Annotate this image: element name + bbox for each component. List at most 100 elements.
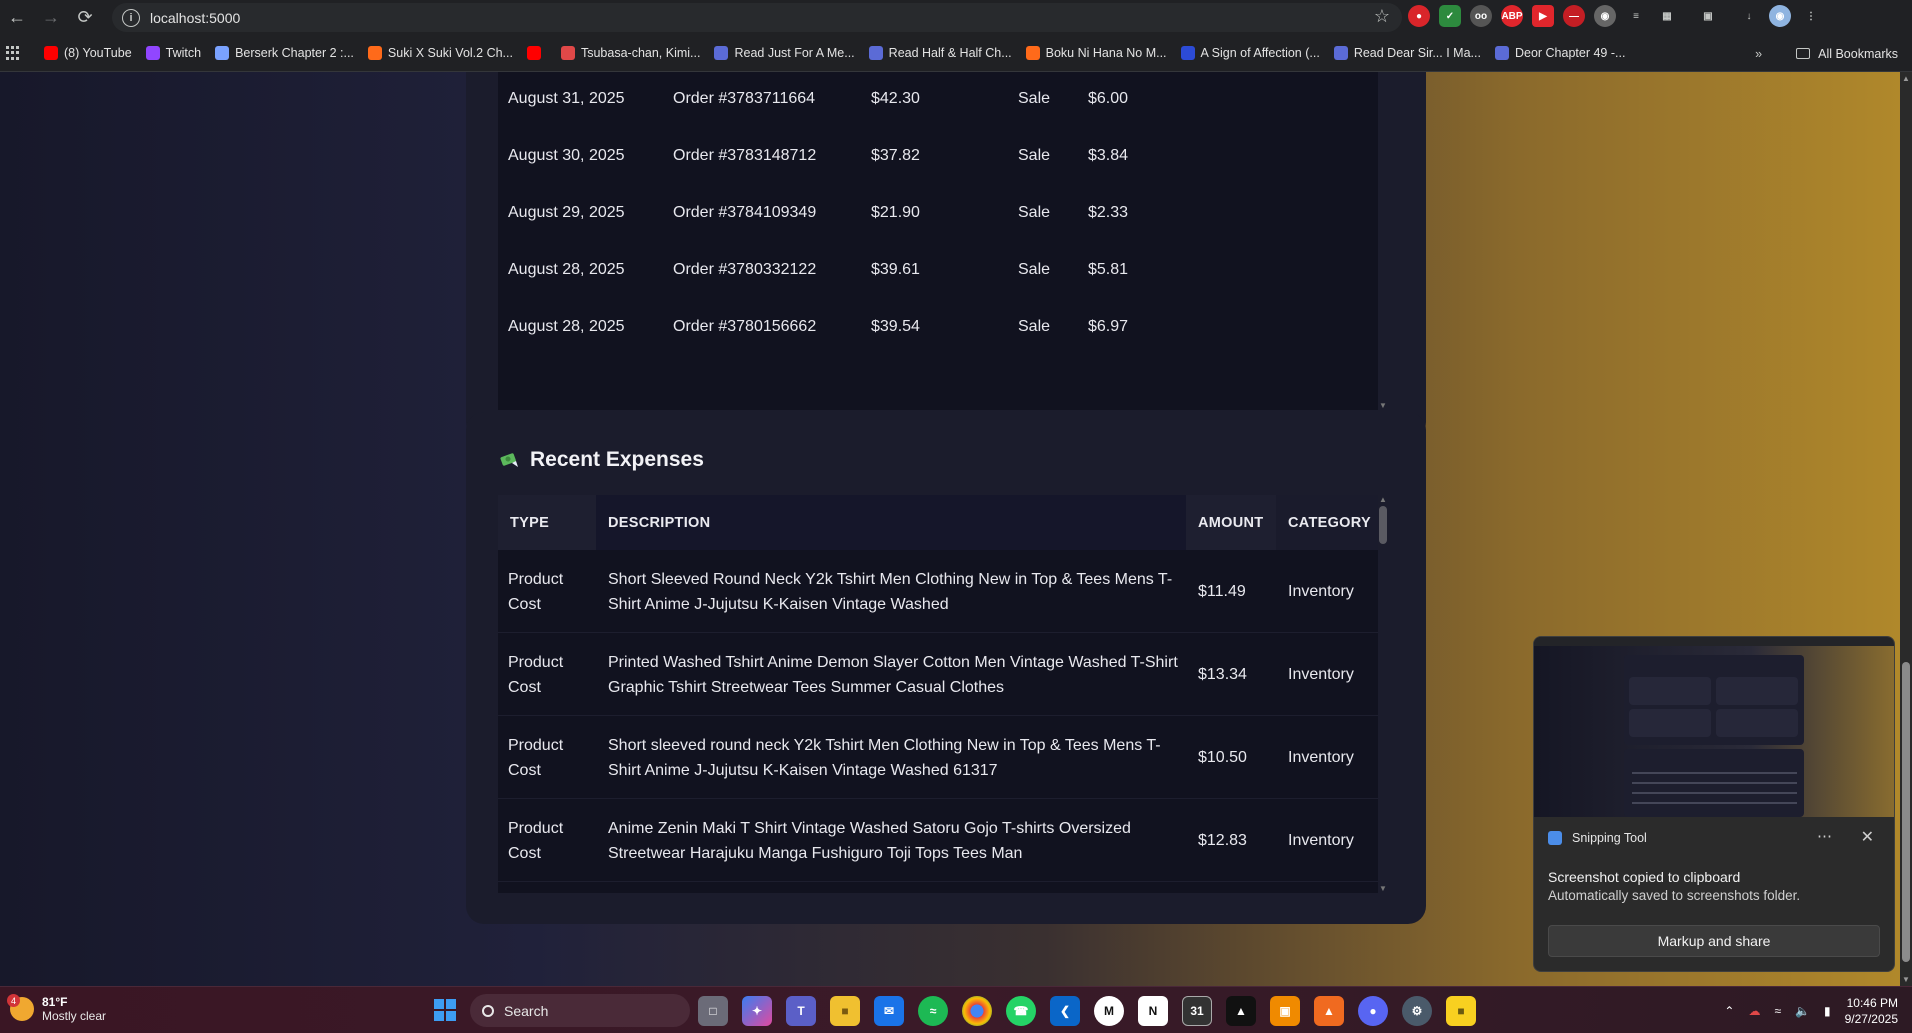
column-header-description[interactable]: DESCRIPTION bbox=[596, 495, 1186, 550]
chrome-icon[interactable] bbox=[962, 996, 992, 1026]
table-row[interactable]: August 31, 2025 Order #3783711664 $42.30 Sa… bbox=[498, 72, 1378, 129]
search-label: Search bbox=[504, 1002, 549, 1019]
shield-extension-icon[interactable]: ✓ bbox=[1439, 5, 1461, 27]
bookmark-item[interactable]: Suki X Suki Vol.2 Ch... bbox=[367, 46, 513, 60]
column-header-category[interactable]: CATEGORY bbox=[1276, 495, 1378, 550]
glasses-extension-icon[interactable]: oo bbox=[1470, 5, 1492, 27]
table-row[interactable]: August 28, 2025 Order #3780332122 $39.61 Sa… bbox=[498, 243, 1378, 300]
discord-icon[interactable]: ● bbox=[1358, 996, 1388, 1026]
scrollbar-thumb[interactable] bbox=[1379, 506, 1387, 544]
tab-search-icon[interactable]: ▣ bbox=[1697, 5, 1719, 27]
bookmark-item[interactable] bbox=[526, 46, 547, 60]
spotify-icon[interactable]: ≈ bbox=[918, 996, 948, 1026]
sticky-notes-icon[interactable]: ■ bbox=[1446, 996, 1476, 1026]
column-header-type[interactable]: TYPE bbox=[498, 495, 596, 550]
clock[interactable]: 10:46 PM 9/27/2025 bbox=[1845, 995, 1898, 1027]
bookmark-item[interactable]: Read Half & Half Ch... bbox=[868, 46, 1012, 60]
teams-icon[interactable]: T bbox=[786, 996, 816, 1026]
bookmark-item[interactable]: Berserk Chapter 2 :... bbox=[215, 46, 354, 60]
scroll-up-arrow-icon[interactable]: ▲ bbox=[1900, 74, 1912, 83]
battery-icon[interactable]: ▮ bbox=[1824, 1004, 1831, 1018]
file-explorer-icon[interactable]: ■ bbox=[830, 996, 860, 1026]
bookmark-item[interactable]: Read Dear Sir... I Ma... bbox=[1333, 46, 1481, 60]
scroll-down-arrow-icon[interactable]: ▼ bbox=[1900, 975, 1912, 984]
markup-and-share-button[interactable]: Markup and share bbox=[1548, 925, 1880, 957]
table-row[interactable]: Product Cost Printed Washed Tshirt Anime D… bbox=[498, 633, 1378, 716]
more-bookmarks-icon[interactable]: » bbox=[1755, 47, 1762, 61]
date: 9/27/2025 bbox=[1844, 1011, 1898, 1026]
sales-table-scrollbar[interactable]: ▼ bbox=[1378, 72, 1388, 410]
expense-description-cell: Short Sleeved Round Neck Y2k Tshirt Men … bbox=[608, 550, 1188, 633]
start-button[interactable] bbox=[434, 999, 456, 1021]
scroll-up-arrow-icon[interactable]: ▲ bbox=[1378, 495, 1388, 504]
profile-avatar[interactable]: ◉ bbox=[1769, 5, 1791, 27]
bookmark-item[interactable]: Twitch bbox=[145, 46, 201, 60]
bookmark-item[interactable]: Tsubasa-chan, Kimi... bbox=[560, 46, 700, 60]
all-bookmarks-link[interactable]: All Bookmarks bbox=[1818, 47, 1898, 61]
page-scrollbar-thumb[interactable] bbox=[1902, 662, 1910, 962]
bookmark-favicon-icon bbox=[367, 46, 382, 60]
snipping-tool-notification[interactable]: Snipping Tool ⋯ ✕ Screenshot copied to c… bbox=[1533, 636, 1895, 972]
apps-grid-icon[interactable] bbox=[6, 46, 20, 60]
table-row[interactable]: August 29, 2025 Order #3784109349 $21.90 Sa… bbox=[498, 186, 1378, 243]
expense-type-cell-text: Cost bbox=[508, 595, 541, 613]
forward-icon[interactable]: → bbox=[34, 1, 68, 35]
site-info-icon[interactable]: i bbox=[122, 8, 140, 27]
app-icon[interactable]: ▲ bbox=[1226, 996, 1256, 1026]
url-text[interactable]: localhost:5000 bbox=[150, 10, 240, 26]
download-icon[interactable]: ↓ bbox=[1738, 5, 1760, 27]
table-row[interactable]: Product Cost Short Sleeved Round Neck Y2k … bbox=[498, 550, 1378, 633]
extensions-puzzle-icon[interactable]: ▦ bbox=[1656, 5, 1678, 27]
system-tray: ⌃ ☁ ≈ 🔈 ▮ 10:46 PM 9/27/2025 bbox=[1724, 987, 1898, 1033]
bookmark-item[interactable]: Boku Ni Hana No M... bbox=[1025, 46, 1167, 60]
table-row[interactable]: August 30, 2025 Order #3783148712 $37.82 Sa… bbox=[498, 129, 1378, 186]
bookmark-item[interactable]: Read Just For A Me... bbox=[714, 46, 855, 60]
adblock-extension-icon[interactable]: ABP bbox=[1501, 5, 1523, 27]
scroll-down-arrow-icon[interactable]: ▼ bbox=[1378, 401, 1388, 410]
app-icon[interactable]: ▲ bbox=[1314, 996, 1344, 1026]
wifi-icon[interactable]: ≈ bbox=[1774, 1004, 1781, 1018]
bookmark-star-icon[interactable]: ☆ bbox=[1374, 6, 1390, 27]
whatsapp-icon[interactable]: ☎ bbox=[1006, 996, 1036, 1026]
settings-gear-icon[interactable]: ⚙ bbox=[1402, 996, 1432, 1026]
extension-icon[interactable]: ● bbox=[1408, 5, 1430, 27]
expenses-table-scrollbar[interactable]: ▲ ▼ bbox=[1378, 495, 1388, 893]
taskbar-search[interactable]: Search bbox=[470, 994, 690, 1027]
bookmark-favicon-icon bbox=[526, 46, 541, 60]
bookmark-favicon-icon bbox=[1025, 46, 1040, 60]
scroll-down-arrow-icon[interactable]: ▼ bbox=[1378, 884, 1388, 893]
calendar-icon[interactable]: 31 bbox=[1182, 996, 1212, 1026]
table-row[interactable]: Product Cost Short sleeved round neck Y2k … bbox=[498, 716, 1378, 799]
notion-icon[interactable]: N bbox=[1138, 996, 1168, 1026]
copilot-icon[interactable]: ✦ bbox=[742, 996, 772, 1026]
video-extension-icon[interactable]: ▶ bbox=[1532, 5, 1554, 27]
bookmark-favicon-icon bbox=[1180, 46, 1195, 60]
close-icon[interactable]: ✕ bbox=[1861, 827, 1874, 847]
page-scrollbar[interactable]: ▲ ▼ bbox=[1900, 72, 1912, 986]
table-row[interactable]: Product Cost Anime Zenin Maki T Shirt Vint… bbox=[498, 799, 1378, 882]
menu-icon[interactable]: ⋮ bbox=[1800, 5, 1822, 27]
column-header-amount[interactable]: AMOUNT bbox=[1186, 495, 1276, 550]
table-row[interactable]: August 28, 2025 Order #3780156662 $39.54 Sa… bbox=[498, 300, 1378, 357]
volume-icon[interactable]: 🔈 bbox=[1795, 1004, 1810, 1018]
reload-icon[interactable]: ⟳ bbox=[68, 1, 102, 35]
weather-widget[interactable]: 4 81°F Mostly clear bbox=[7, 994, 106, 1023]
address-bar[interactable]: i localhost:5000 ☆ bbox=[112, 3, 1402, 32]
bookmark-item[interactable]: A Sign of Affection (... bbox=[1180, 46, 1320, 60]
back-icon[interactable]: ← bbox=[0, 1, 34, 35]
bookmark-item[interactable]: Deor Chapter 49 -... bbox=[1494, 46, 1625, 60]
tab-search-icon[interactable]: ≡ bbox=[1625, 5, 1647, 27]
app-icon[interactable]: ▣ bbox=[1270, 996, 1300, 1026]
cloud-icon[interactable]: ☁ bbox=[1748, 1004, 1760, 1018]
vscode-icon[interactable]: ❮ bbox=[1050, 996, 1080, 1026]
chevron-up-icon[interactable]: ⌃ bbox=[1724, 1004, 1734, 1018]
app-icon[interactable]: M bbox=[1094, 996, 1124, 1026]
screenshot-preview[interactable] bbox=[1534, 637, 1894, 817]
more-options-icon[interactable]: ⋯ bbox=[1817, 827, 1832, 845]
extension-icon[interactable]: ◉ bbox=[1594, 5, 1616, 27]
bookmark-favicon-icon bbox=[215, 46, 230, 60]
mail-icon[interactable]: ✉ bbox=[874, 996, 904, 1026]
bookmark-item[interactable]: (8) YouTube bbox=[44, 46, 132, 60]
block-extension-icon[interactable]: — bbox=[1563, 5, 1585, 27]
task-view-icon[interactable]: □ bbox=[698, 996, 728, 1026]
